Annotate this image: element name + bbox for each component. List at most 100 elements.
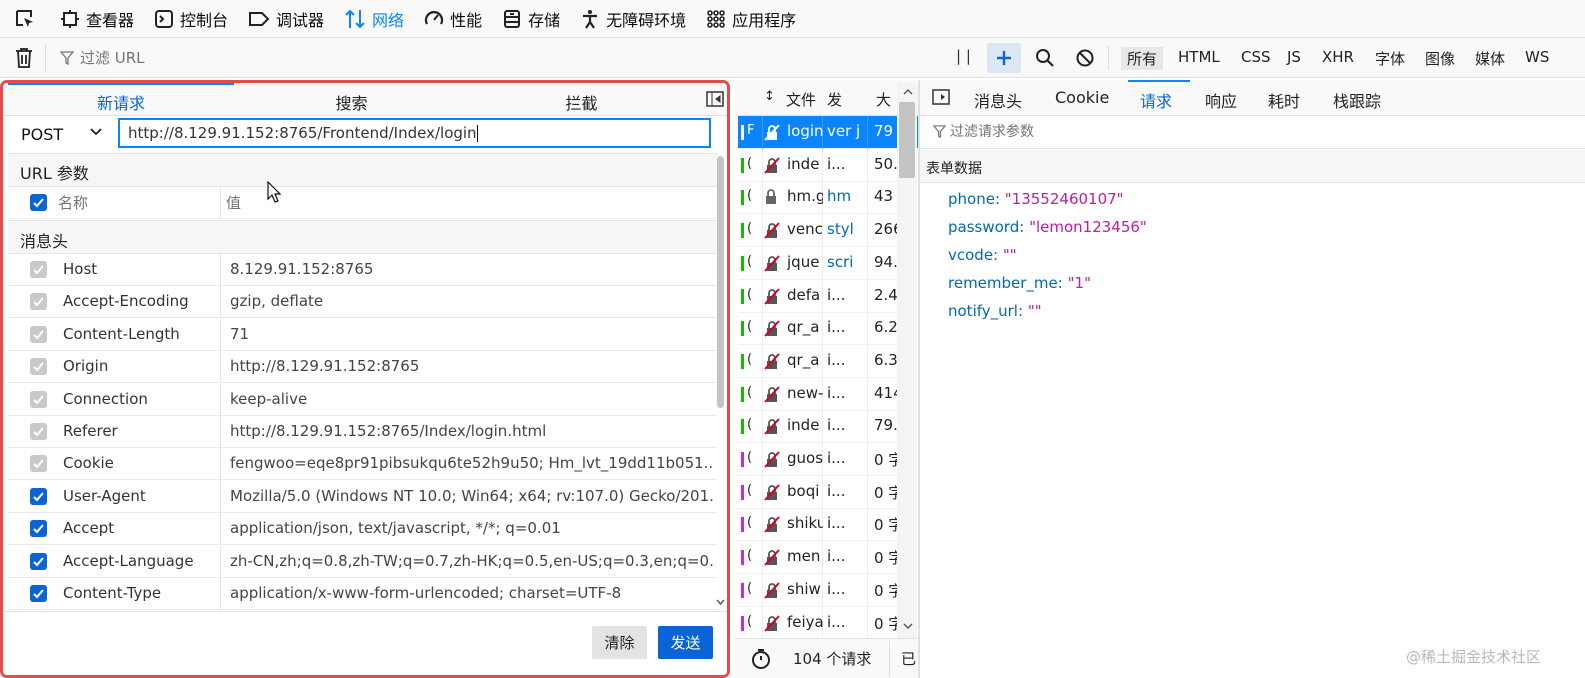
request-list-scrollbar[interactable]	[897, 82, 917, 638]
headers-scrollbar[interactable]	[714, 151, 726, 611]
divider	[867, 148, 868, 182]
method-select[interactable]: POST	[21, 125, 63, 144]
search-icon[interactable]	[1035, 48, 1055, 68]
form-param[interactable]: notify_url: ""	[948, 302, 1042, 320]
col-size[interactable]: 大	[876, 89, 891, 110]
header-name[interactable]: Connection	[63, 390, 148, 408]
col-initiator[interactable]: 发	[827, 89, 842, 110]
header-value[interactable]: http://8.129.91.152:8765	[230, 357, 714, 375]
header-value[interactable]: application/x-www-form-urlencoded; chars…	[230, 584, 714, 602]
tab-console[interactable]: 控制台	[144, 0, 238, 38]
tab-network[interactable]: 网络	[334, 0, 414, 38]
chevron-down-icon[interactable]	[89, 125, 103, 139]
header-value[interactable]: http://8.129.91.152:8765/Index/login.htm…	[230, 422, 714, 440]
header-checkbox[interactable]	[30, 487, 47, 505]
tab-new-request[interactable]: 新请求	[8, 90, 234, 114]
param-name-input[interactable]	[58, 191, 208, 215]
header-name[interactable]: Host	[63, 260, 97, 278]
filter-type-8[interactable]: WS	[1525, 48, 1549, 66]
tab-search[interactable]: 搜索	[234, 90, 469, 114]
form-param[interactable]: vcode: ""	[948, 246, 1017, 264]
header-value[interactable]: zh-CN,zh;q=0.8,zh-TW;q=0.7,zh-HK;q=0.5,e…	[230, 552, 714, 570]
header-name[interactable]: Cookie	[63, 454, 114, 472]
header-value[interactable]: 71	[230, 325, 714, 343]
tab-intercept[interactable]: 拦截	[469, 90, 694, 114]
header-checkbox[interactable]	[30, 455, 47, 473]
url-input[interactable]: http://8.129.91.152:8765/Frontend/Index/…	[118, 118, 711, 148]
tab-debugger[interactable]: 调试器	[238, 0, 334, 38]
header-value[interactable]: 8.129.91.152:8765	[230, 260, 714, 278]
scrollbar-thumb[interactable]	[717, 156, 724, 408]
collapse-sidebar-icon[interactable]	[706, 91, 724, 107]
filter-type-1[interactable]: HTML	[1178, 48, 1220, 66]
send-button[interactable]: 发送	[658, 626, 713, 659]
url-filter-input[interactable]	[80, 44, 480, 72]
tab-application[interactable]: 应用程序	[696, 0, 806, 38]
header-value[interactable]: keep-alive	[230, 390, 714, 408]
header-name[interactable]: Content-Type	[63, 584, 161, 602]
col-file[interactable]: 文件	[786, 89, 816, 110]
header-checkbox[interactable]	[30, 552, 47, 570]
header-name[interactable]: Referer	[63, 422, 118, 440]
filter-type-5[interactable]: 字体	[1375, 48, 1405, 69]
details-tab-5[interactable]: 栈跟踪	[1333, 88, 1381, 112]
element-picker-button[interactable]	[12, 0, 50, 38]
filter-type-6[interactable]: 图像	[1425, 48, 1455, 69]
chevron-up-icon[interactable]	[903, 88, 913, 95]
header-checkbox[interactable]	[30, 390, 47, 408]
block-icon[interactable]	[1075, 48, 1095, 68]
form-param[interactable]: phone: "13552460107"	[948, 190, 1124, 208]
tab-accessibility[interactable]: 无障碍环境	[570, 0, 696, 38]
form-param[interactable]: password: "lemon123456"	[948, 218, 1147, 236]
request-size: 6.3	[874, 350, 898, 369]
details-tab-4[interactable]: 耗时	[1268, 88, 1300, 112]
tab-network-label: 网络	[372, 10, 405, 30]
header-value[interactable]: fengwoo=eqe8pr91pibsukqu6te52h9u50; Hm_l…	[230, 454, 714, 472]
header-checkbox[interactable]	[30, 261, 47, 278]
header-checkbox[interactable]	[30, 358, 47, 376]
scrollbar-thumb[interactable]	[899, 102, 915, 178]
details-tab-1[interactable]: Cookie	[1055, 88, 1109, 107]
toggle-sidebar-icon[interactable]	[932, 89, 950, 105]
tab-performance[interactable]: 性能	[414, 0, 492, 38]
tab-inspector[interactable]: 查看器	[50, 0, 144, 38]
filter-type-7[interactable]: 媒体	[1475, 48, 1505, 69]
header-checkbox[interactable]	[30, 325, 47, 343]
tab-storage[interactable]: 存储	[492, 0, 570, 38]
header-value[interactable]: application/json, text/javascript, */*; …	[230, 519, 714, 537]
new-request-button[interactable]	[987, 43, 1021, 73]
details-tab-2[interactable]: 请求	[1140, 88, 1172, 112]
pause-button[interactable]: | |	[956, 47, 971, 65]
url-params-header	[8, 153, 718, 187]
header-name[interactable]: Origin	[63, 357, 108, 375]
divider	[220, 187, 221, 219]
filter-type-2[interactable]: CSS	[1241, 48, 1271, 66]
details-tab-0[interactable]: 消息头	[974, 88, 1022, 112]
filter-type-0[interactable]: 所有	[1121, 47, 1164, 70]
param-value-input[interactable]	[226, 191, 696, 215]
header-checkbox[interactable]	[30, 293, 47, 311]
header-value[interactable]: gzip, deflate	[230, 292, 714, 310]
header-checkbox[interactable]	[30, 520, 47, 538]
header-name[interactable]: Accept-Encoding	[63, 292, 189, 310]
header-name[interactable]: User-Agent	[63, 487, 146, 505]
header-checkbox[interactable]	[30, 423, 47, 440]
header-value[interactable]: Mozilla/5.0 (Windows NT 10.0; Win64; x64…	[230, 487, 714, 505]
chevron-down-icon[interactable]	[716, 599, 725, 606]
request-status: (	[747, 155, 753, 171]
header-name[interactable]: Accept	[63, 519, 114, 537]
form-param[interactable]: remember_me: "1"	[948, 274, 1091, 292]
details-tab-3[interactable]: 响应	[1205, 88, 1237, 112]
filter-type-3[interactable]: JS	[1287, 48, 1301, 66]
col-status[interactable]: ↕	[764, 89, 775, 104]
header-name[interactable]: Accept-Language	[63, 552, 194, 570]
param-checkbox[interactable]	[30, 194, 47, 211]
clear-button[interactable]: 清除	[592, 626, 647, 659]
params-filter-input[interactable]	[950, 120, 1350, 144]
filter-type-4[interactable]: XHR	[1322, 48, 1354, 66]
trash-icon[interactable]	[14, 47, 34, 69]
header-name[interactable]: Content-Length	[63, 325, 180, 343]
chevron-down-icon[interactable]	[903, 623, 913, 630]
header-checkbox[interactable]	[30, 585, 47, 602]
request-file: shiku	[787, 514, 823, 533]
